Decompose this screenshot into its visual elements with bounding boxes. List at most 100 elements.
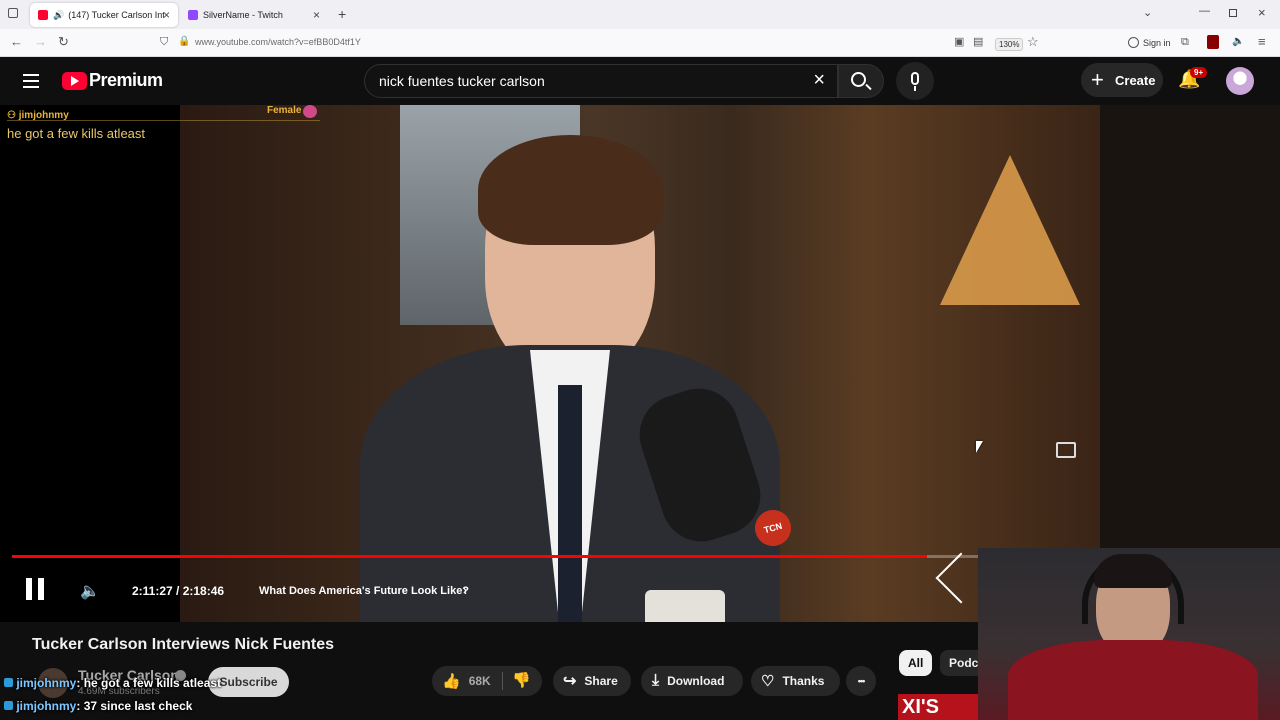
lock-icon: 🔒 — [178, 36, 191, 47]
chat-badge-icon — [4, 701, 13, 710]
sign-in-link[interactable]: Sign in — [1143, 38, 1171, 48]
tab-label: (147) Tucker Carlson Intervi — [68, 10, 165, 20]
coffee-mug — [645, 590, 725, 622]
more-actions-button[interactable]: ••• — [846, 666, 876, 696]
download-label: Download — [667, 674, 725, 688]
clear-search-icon[interactable]: × — [813, 69, 825, 92]
mouse-cursor-icon — [976, 441, 983, 453]
close-tab-icon[interactable]: × — [313, 8, 320, 22]
thumbs-down-icon[interactable]: 👎 — [512, 671, 531, 689]
share-button[interactable]: ↪ Share — [553, 666, 631, 696]
avatar[interactable] — [1226, 67, 1254, 95]
restore-icon[interactable] — [1229, 9, 1237, 17]
chat-line: jimjohnmy: he got a few kills atleast — [4, 676, 221, 690]
twitch-favicon-icon — [188, 10, 198, 20]
search-input[interactable]: nick fuentes tucker carlson × — [364, 64, 838, 98]
thumbnail-text: XI'S — [902, 696, 939, 718]
mute-extension-icon[interactable]: 🔈 — [1232, 35, 1244, 49]
picture-in-picture-icon[interactable]: ▣ — [954, 35, 964, 49]
chip-all-label: All — [908, 656, 924, 670]
chip-podcasts-label: Podc — [949, 656, 979, 670]
like-count[interactable]: 68K — [469, 674, 491, 688]
video-player[interactable]: TCN ⚇ jimjohnmy Female he got a few kill… — [0, 105, 1280, 622]
url-field[interactable]: www.youtube.com/watch?v=efBB0D4tf1Y — [195, 37, 361, 47]
download-button[interactable]: ⤓ Download — [641, 666, 743, 696]
tab-youtube[interactable]: 🔊 (147) Tucker Carlson Intervi × — [30, 3, 178, 27]
bookmark-star-icon[interactable]: ☆ — [1027, 35, 1039, 49]
reader-view-icon[interactable]: ▤ — [973, 35, 983, 49]
streamer-hair — [1094, 554, 1172, 588]
shield-icon[interactable]: ⛉ — [160, 35, 168, 49]
pause-icon[interactable] — [26, 578, 32, 600]
thanks-label: Thanks — [782, 674, 825, 688]
gender-label: Female — [267, 105, 302, 116]
gender-female-icon — [303, 105, 317, 118]
more-icon: ••• — [857, 676, 866, 686]
minimize-icon[interactable]: — — [1199, 5, 1210, 17]
thumbs-up-icon[interactable]: 👍 — [442, 672, 461, 690]
close-window-icon[interactable]: × — [1258, 5, 1266, 20]
thanks-heart-icon: ♡ — [761, 673, 775, 690]
like-dislike-group: 👍 68K 👎 — [432, 666, 542, 696]
user-icon: ⚇ — [7, 110, 19, 121]
tab-overview-icon[interactable] — [8, 8, 18, 18]
chat-badge-icon — [4, 678, 13, 687]
zoom-level[interactable]: 130% — [995, 38, 1024, 51]
chat-line-username: jimjohnmy — [16, 699, 77, 713]
chat-line-text: : 37 since last check — [76, 699, 193, 713]
time-display: 2:11:27 / 2:18:46 — [132, 584, 225, 598]
search-icon — [851, 72, 866, 87]
forward-icon[interactable]: → — [34, 35, 47, 49]
fullscreen-exit-icon[interactable] — [1056, 442, 1076, 458]
thanks-button[interactable]: ♡ Thanks — [751, 666, 840, 696]
notifications-button[interactable]: 🔔 9+ — [1178, 67, 1208, 90]
notification-badge: 9+ — [1190, 67, 1208, 78]
tie — [558, 385, 582, 622]
ublock-icon[interactable] — [1207, 35, 1219, 49]
new-tab-button[interactable]: + — [338, 6, 346, 22]
extensions-icon[interactable]: ⧉ — [1181, 35, 1189, 49]
youtube-header: Premium nick fuentes tucker carlson × + … — [0, 57, 1280, 105]
chat-line: jimjohnmy: 37 since last check — [4, 699, 192, 713]
chapter-title[interactable]: What Does America's Future Look Like? — [259, 585, 469, 597]
create-label: Create — [1115, 72, 1156, 88]
volume-icon[interactable]: 🔈 — [80, 581, 100, 601]
progress-fill — [12, 555, 927, 558]
webcam-overlay — [978, 548, 1280, 720]
tab-twitch[interactable]: SilverName - Twitch × — [180, 3, 328, 27]
youtube-favicon-icon — [38, 10, 48, 20]
streamer-body — [1008, 640, 1258, 720]
voice-search-button[interactable] — [896, 62, 934, 100]
account-icon[interactable] — [1128, 37, 1139, 48]
search-button[interactable] — [838, 64, 884, 98]
subscribe-label: Subscribe — [219, 675, 278, 689]
background-panel — [1100, 105, 1280, 550]
close-tab-icon[interactable]: × — [163, 8, 170, 22]
microphone-icon — [911, 72, 919, 85]
youtube-play-logo-icon — [62, 71, 87, 90]
plus-icon: + — [1091, 67, 1104, 92]
download-icon: ⤓ — [652, 672, 660, 689]
recommended-thumbnail[interactable]: XI'S — [898, 694, 978, 720]
video-frame: TCN — [180, 105, 1100, 622]
tab-label: SilverName - Twitch — [203, 10, 283, 20]
hamburger-menu-icon[interactable] — [23, 74, 39, 88]
back-icon[interactable]: ← — [10, 35, 23, 49]
browser-tab-bar: 🔊 (147) Tucker Carlson Intervi × SilverN… — [0, 0, 1280, 29]
lamp — [940, 155, 1080, 305]
chapter-chevron-icon[interactable]: › — [463, 583, 467, 597]
video-title: Tucker Carlson Interviews Nick Fuentes — [32, 636, 335, 653]
youtube-logo[interactable]: Premium — [62, 70, 163, 91]
reload-icon[interactable]: ↻ — [58, 35, 69, 49]
create-button[interactable]: + Create — [1081, 63, 1163, 97]
chat-line-username: jimjohnmy — [16, 676, 77, 690]
chat-username: jimjohnmy — [18, 110, 69, 121]
progress-bar[interactable] — [12, 555, 978, 558]
browser-nav-bar: ← → ↻ ⛉ 🔒 www.youtube.com/watch?v=efBB0D… — [0, 29, 1280, 57]
chip-all[interactable]: All — [899, 650, 933, 676]
menu-icon[interactable]: ≡ — [1258, 35, 1266, 49]
share-icon: ↪ — [563, 673, 577, 690]
logo-text: Premium — [89, 70, 163, 90]
tab-list-chevron-icon[interactable]: ⌄ — [1143, 6, 1152, 19]
share-label: Share — [584, 674, 618, 688]
